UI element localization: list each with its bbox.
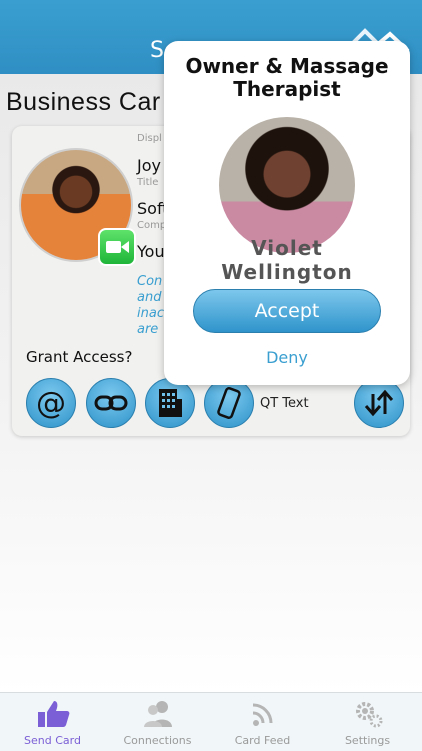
tab-label: Send Card: [24, 734, 81, 747]
tab-connections[interactable]: Connections: [105, 693, 210, 751]
link-icon: [94, 395, 128, 411]
company-access-button[interactable]: [145, 378, 195, 428]
building-icon: [159, 389, 182, 417]
at-sign-icon: @: [36, 385, 66, 421]
dialog-title: Owner & Massage Therapist: [185, 54, 389, 101]
thumbs-up-icon: [38, 701, 70, 727]
tab-label: Connections: [123, 734, 192, 747]
requester-first-name: Violet: [251, 236, 323, 260]
tab-card-feed[interactable]: Card Feed: [210, 693, 315, 751]
note-line: and: [137, 290, 162, 305]
gear-icon: [356, 702, 383, 728]
link-access-button[interactable]: [86, 378, 136, 428]
display-name-label: Displ: [137, 133, 162, 144]
note-line: inac: [137, 306, 164, 321]
requester-last-name: Wellington: [221, 260, 353, 284]
grant-access-label: Grant Access?: [26, 348, 133, 366]
note-line: Con: [137, 274, 163, 289]
sort-swap-button[interactable]: [354, 378, 404, 428]
accept-button[interactable]: Accept: [193, 289, 381, 333]
bottom-tab-bar: Send Card Connections Card Feed Settings: [0, 692, 422, 751]
tab-send-card[interactable]: Send Card: [0, 693, 105, 751]
tab-settings[interactable]: Settings: [315, 693, 420, 751]
qt-text-label: QT Text: [260, 396, 309, 411]
company-label: Comp: [137, 220, 167, 231]
rss-feed-icon: [252, 703, 273, 726]
display-name-value[interactable]: Joy: [137, 156, 161, 175]
extra-value[interactable]: You: [137, 242, 165, 261]
phone-access-button[interactable]: [204, 378, 254, 428]
card-note: Con and inac are: [137, 274, 167, 338]
tab-label: Settings: [344, 734, 391, 747]
requester-photo: [219, 117, 355, 253]
email-access-button[interactable]: @: [26, 378, 76, 428]
facetime-icon[interactable]: [98, 228, 136, 266]
requester-name: Violet Wellington: [164, 236, 410, 284]
people-icon: [144, 701, 172, 727]
title-label: Title: [137, 177, 159, 188]
page-title: Business Car: [6, 88, 161, 116]
swap-arrows-icon: [364, 389, 394, 417]
tab-label: Card Feed: [234, 734, 291, 747]
note-line: are: [137, 322, 159, 337]
phone-icon: [217, 387, 241, 419]
deny-button[interactable]: Deny: [164, 348, 410, 367]
